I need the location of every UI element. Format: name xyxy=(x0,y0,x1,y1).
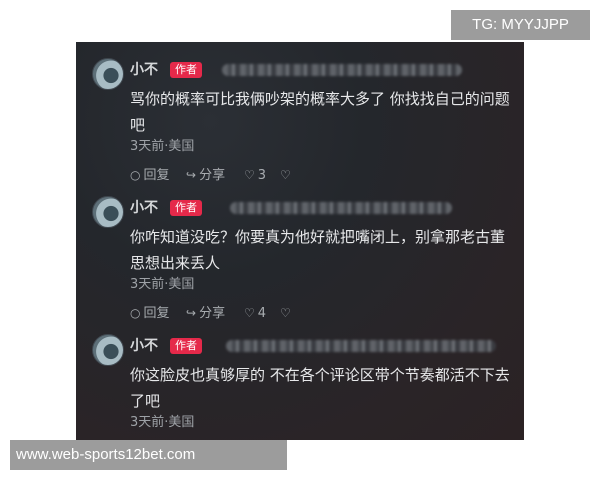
username[interactable]: 小不 xyxy=(130,336,158,356)
share-button[interactable]: ↪ 分享 xyxy=(186,166,225,185)
reply-button[interactable]: ○ 回复 xyxy=(130,166,170,185)
author-badge: 作者 xyxy=(170,200,202,216)
like-button[interactable]: ♡ 3 xyxy=(244,166,266,185)
like-count: 4 xyxy=(257,306,267,321)
blurred-reply-target xyxy=(222,64,462,76)
comment-header: 小不 作者 xyxy=(130,336,520,356)
comment-text: 骂你的概率可比我俩吵架的概率大多了 你找找自己的问题吧 xyxy=(130,90,510,134)
username[interactable]: 小不 xyxy=(130,198,158,218)
share-label: 分享 xyxy=(199,168,226,183)
author-badge: 作者 xyxy=(170,338,202,354)
like-button[interactable]: ♡ 4 xyxy=(244,304,266,323)
comment-text: 你咋知道没吃？你要真为他好就把嘴闭上，别拿那老古董思想出来丢人 xyxy=(130,228,506,272)
website-watermark: www.web-sports12bet.com xyxy=(10,440,287,470)
comment-actions: ○ 回复 ↪ 分享 ♡ 3 ♡ xyxy=(130,166,490,184)
reply-button[interactable]: ○ 回复 xyxy=(130,304,170,323)
dislike-button[interactable]: ♡ xyxy=(280,166,294,185)
dislike-button[interactable]: ♡ xyxy=(280,304,294,323)
reply-label: 回复 xyxy=(143,306,170,321)
comment-bubble-icon: ○ xyxy=(130,306,141,320)
comment-meta: 3天前·美国 xyxy=(130,139,195,154)
comment-header: 小不 作者 xyxy=(130,60,520,80)
comment-screenshot: 小不 作者 骂你的概率可比我俩吵架的概率大多了 你找找自己的问题吧 3天前·美国… xyxy=(76,42,524,440)
comment-text: 你这脸皮也真够厚的 不在各个评论区带个节奏都活不下去了吧 xyxy=(130,366,510,410)
heart-icon: ♡ xyxy=(244,168,255,182)
share-arrow-icon: ↪ xyxy=(186,168,197,182)
page: TG: MYYJJPP 小不 作者 骂你的概率可比我俩吵架的概率大多了 你找找自… xyxy=(0,0,600,480)
heart-icon: ♡ xyxy=(244,306,255,320)
like-count: 3 xyxy=(257,168,267,183)
comment-actions: ○ 回复 ↪ 分享 ♡ 4 ♡ xyxy=(130,304,490,322)
share-button[interactable]: ↪ 分享 xyxy=(186,304,225,323)
comment-header: 小不 作者 xyxy=(130,198,520,218)
broken-heart-icon: ♡ xyxy=(280,306,291,320)
username[interactable]: 小不 xyxy=(130,60,158,80)
share-label: 分享 xyxy=(199,306,226,321)
author-badge: 作者 xyxy=(170,62,202,78)
avatar[interactable] xyxy=(92,196,124,228)
broken-heart-icon: ♡ xyxy=(280,168,291,182)
avatar[interactable] xyxy=(92,58,124,90)
blurred-reply-target xyxy=(226,340,496,352)
share-arrow-icon: ↪ xyxy=(186,306,197,320)
comment-bubble-icon: ○ xyxy=(130,168,141,182)
comment-meta: 3天前·美国 xyxy=(130,277,195,292)
blurred-reply-target xyxy=(230,202,452,214)
avatar[interactable] xyxy=(92,334,124,366)
comment-meta: 3天前·美国 xyxy=(130,415,195,430)
tg-watermark: TG: MYYJJPP xyxy=(451,10,590,40)
reply-label: 回复 xyxy=(143,168,170,183)
